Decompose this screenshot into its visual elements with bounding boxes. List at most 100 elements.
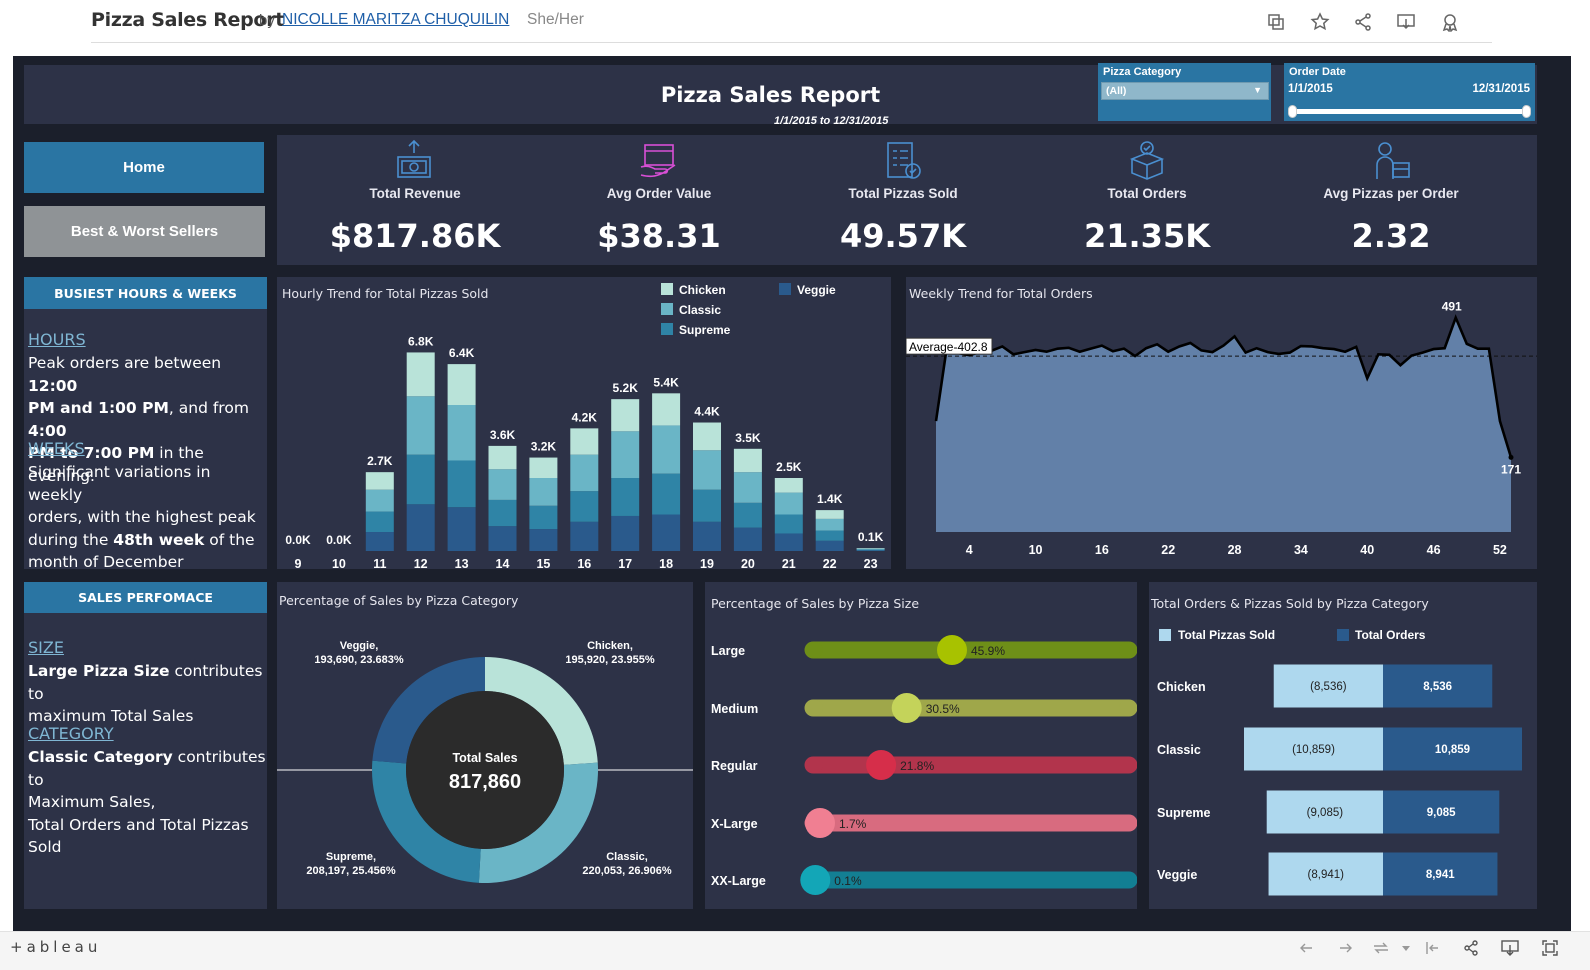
pizzas-sold-icon (788, 139, 1018, 183)
bar-total-label: 4.2K (572, 410, 598, 424)
date-range-slider[interactable] (1292, 109, 1528, 114)
size-value-label: 21.8% (900, 759, 934, 773)
bar-segment (856, 550, 885, 551)
legend-swatch (661, 323, 673, 335)
legend-swatch (779, 283, 791, 295)
x-tick-label: 12 (414, 557, 428, 569)
share-icon[interactable] (1461, 938, 1481, 958)
kpi-label: Total Orders (1107, 186, 1187, 201)
bar-total-label: 0.0K (326, 533, 352, 547)
x-tick-label: 21 (782, 557, 796, 569)
x-tick-label: 14 (496, 557, 510, 569)
track-end (1119, 757, 1135, 773)
bar-total-label: 3.5K (735, 431, 761, 445)
size-dot (866, 750, 897, 780)
copy-icon[interactable] (1265, 11, 1287, 33)
size-line: Large Pizza Size contributes to (28, 662, 263, 703)
category-label: Classic (1157, 743, 1201, 757)
bar-segment (406, 504, 435, 551)
busiest-panel: BUSIEST HOURS & WEEKS HOURS Peak orders … (24, 277, 267, 571)
hours-link[interactable]: HOURS (28, 330, 86, 349)
legend-swatch (661, 303, 673, 315)
bar-segment (570, 428, 599, 455)
redo-icon[interactable] (1336, 938, 1356, 958)
category-label: Veggie (1157, 868, 1197, 882)
bar-segment (774, 533, 803, 551)
sales-performance-header: SALES PERFOMACE (24, 582, 267, 613)
x-tick-label: 9 (295, 557, 302, 569)
slice-label: Classic, (606, 851, 648, 863)
x-tick-label: 4 (966, 543, 973, 557)
weeks-line: orders, with the highest peak (28, 508, 256, 526)
bar-total-label: 0.1K (858, 530, 884, 544)
slice-label: Supreme, (326, 851, 376, 863)
x-tick-label: 15 (536, 557, 550, 569)
author-link[interactable]: NICOLLE MARITZA CHUQUILIN (282, 11, 509, 29)
weekly-chart: Average-402.8 491 171 4 10 16 22 28 34 40 46 52 (906, 300, 1537, 557)
donut-center-label: Total Sales (452, 751, 517, 765)
kpi-label: Total Pizzas Sold (848, 186, 958, 201)
bar-segment (733, 502, 762, 528)
bar-total-label: 5.2K (613, 381, 639, 395)
size-label: Regular (711, 759, 758, 773)
revert-menu-icon[interactable] (1396, 938, 1416, 958)
average-label-text: Average-402.8 (909, 340, 988, 354)
tableau-logo[interactable]: +ableau (10, 938, 101, 956)
tableau-logo-text: +ableau (10, 938, 102, 956)
bar-segment (693, 521, 721, 551)
share-icon[interactable] (1352, 11, 1374, 33)
best-worst-sellers-button[interactable]: Best & Worst Sellers (24, 206, 265, 257)
weeks-link[interactable]: WEEKS (28, 439, 85, 458)
download-icon[interactable] (1395, 11, 1417, 33)
revert-icon[interactable] (1372, 938, 1392, 958)
bar-segment (815, 518, 844, 531)
size-value-label: 45.9% (971, 644, 1005, 658)
kpi-total-pizzas-sold: Total Pizzas Sold 49.57K (788, 139, 1018, 255)
hours-line: Peak orders are between 12:00 (28, 354, 222, 395)
bar-segment (733, 527, 762, 551)
donut-center-value: 817,860 (449, 771, 521, 793)
download-icon[interactable] (1500, 938, 1520, 958)
weeks-text: Significant variations in weekly orders,… (28, 461, 268, 574)
bar-segment (652, 514, 681, 551)
order-date-label: Order Date (1289, 66, 1346, 78)
size-value-label: 0.1% (834, 874, 862, 888)
top-bar: Pizza Sales Report by NICOLLE MARITZA CH… (0, 0, 1590, 44)
track-end (1119, 642, 1135, 658)
category-link[interactable]: CATEGORY (28, 724, 114, 743)
home-button[interactable]: Home (24, 142, 264, 193)
category-label: Supreme (1157, 806, 1211, 820)
badge-icon[interactable] (1439, 11, 1461, 33)
reset-icon[interactable] (1422, 938, 1442, 958)
fullscreen-icon[interactable] (1540, 938, 1560, 958)
kpi-value: 21.35K (1083, 217, 1210, 255)
size-link[interactable]: SIZE (28, 638, 64, 657)
hourly-chart: Chicken Classic Supreme Veggie 0.0K 9 0.0K 10 2.… (285, 283, 885, 569)
kpi-label: Total Revenue (369, 186, 461, 201)
size-value-label: 1.7% (839, 817, 867, 831)
viz-title: Pizza Sales Report (91, 9, 285, 31)
x-tick-label: 23 (864, 557, 878, 569)
undo-icon[interactable] (1296, 938, 1316, 958)
slice-value: 220,053, 26.906% (582, 865, 672, 877)
bar-segment (406, 396, 435, 455)
star-icon[interactable] (1309, 11, 1331, 33)
slider-handle-end[interactable] (1522, 105, 1531, 118)
orders-label: 9,085 (1427, 807, 1456, 819)
x-tick-label: 20 (741, 557, 755, 569)
top-divider (91, 42, 1492, 43)
busiest-header: BUSIEST HOURS & WEEKS (24, 277, 267, 309)
x-tick-label: 16 (1095, 543, 1109, 557)
pizzas-sold-label: (8,536) (1310, 681, 1347, 693)
x-tick-label: 10 (1029, 543, 1043, 557)
bar-segment (652, 473, 681, 515)
bar-total-label: 1.4K (817, 492, 843, 506)
x-tick-label: 22 (823, 557, 837, 569)
bar-segment (570, 454, 599, 492)
category-line: Maximum Sales, (28, 793, 156, 811)
dashboard: Pizza Sales Report 1/1/2015 to 12/31/201… (13, 56, 1571, 931)
pizza-category-dropdown[interactable]: (All) ▼ (1101, 82, 1269, 100)
author-pronouns: She/Her (527, 11, 584, 28)
slider-handle-start[interactable] (1288, 105, 1297, 118)
legend-label: Supreme (679, 323, 731, 337)
